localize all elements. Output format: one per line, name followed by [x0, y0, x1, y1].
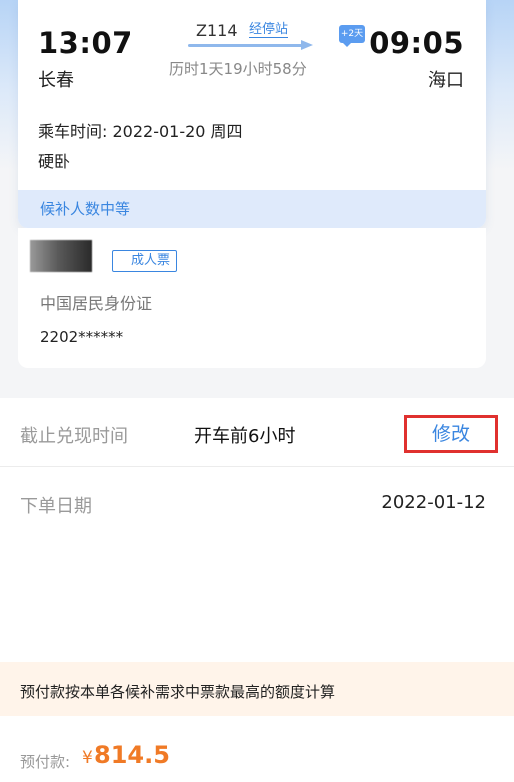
stops-link[interactable]: 经停站	[249, 22, 289, 38]
train-number: Z114	[196, 21, 238, 40]
order-date-label: 下单日期	[20, 496, 92, 517]
prepay-amount: 814.5	[94, 741, 170, 769]
order-date-row: 下单日期 2022-01-12	[0, 468, 514, 536]
plus-day-badge: +2天	[339, 25, 365, 47]
prepay-notice: 预付款按本单各候补需求中票款最高的额度计算	[0, 662, 514, 716]
seat-type: 硬卧	[38, 152, 71, 171]
blank-area	[0, 538, 514, 662]
deadline-row: 截止兑现时间 开车前6小时 修改	[0, 398, 514, 467]
passenger-card: 成人票 中国居民身份证 2202******	[18, 228, 486, 368]
order-date-value: 2022-01-12	[381, 492, 486, 513]
arrival-station: 海口	[428, 70, 464, 91]
route-arrow-line	[188, 44, 308, 47]
trip-duration: 历时1天19小时58分	[169, 60, 307, 78]
route-arrow-icon	[301, 40, 313, 50]
deadline-value: 开车前6小时	[194, 426, 296, 447]
id-number: 2202******	[40, 328, 124, 346]
departure-station: 长春	[38, 70, 74, 91]
waitlist-status-text: 候补人数中等	[40, 200, 131, 218]
arrival-time: 09:05	[369, 26, 464, 60]
passenger-name-redacted	[30, 240, 92, 272]
prepay-label: 预付款:	[20, 753, 71, 771]
prepay-row: 预付款: ¥ 814.5	[0, 716, 514, 782]
ride-date: 乘车时间: 2022-01-20 周四	[38, 122, 243, 141]
departure-time: 13:07	[38, 26, 133, 60]
ticket-card: 13:07 长春 Z114 经停站 历时1天19小时58分 +2天 09:05 …	[18, 0, 486, 228]
waitlist-status-bar: 候补人数中等	[18, 190, 486, 228]
prepay-currency: ¥	[82, 748, 93, 768]
order-info-section: 截止兑现时间 开车前6小时 修改 下单日期 2022-01-12	[0, 398, 514, 538]
deadline-label: 截止兑现时间	[20, 426, 128, 447]
ticket-type-badge: 成人票	[112, 250, 178, 272]
id-type: 中国居民身份证	[40, 294, 153, 313]
prepay-notice-text: 预付款按本单各候补需求中票款最高的额度计算	[20, 683, 336, 701]
edit-deadline-button[interactable]: 修改	[404, 415, 498, 453]
